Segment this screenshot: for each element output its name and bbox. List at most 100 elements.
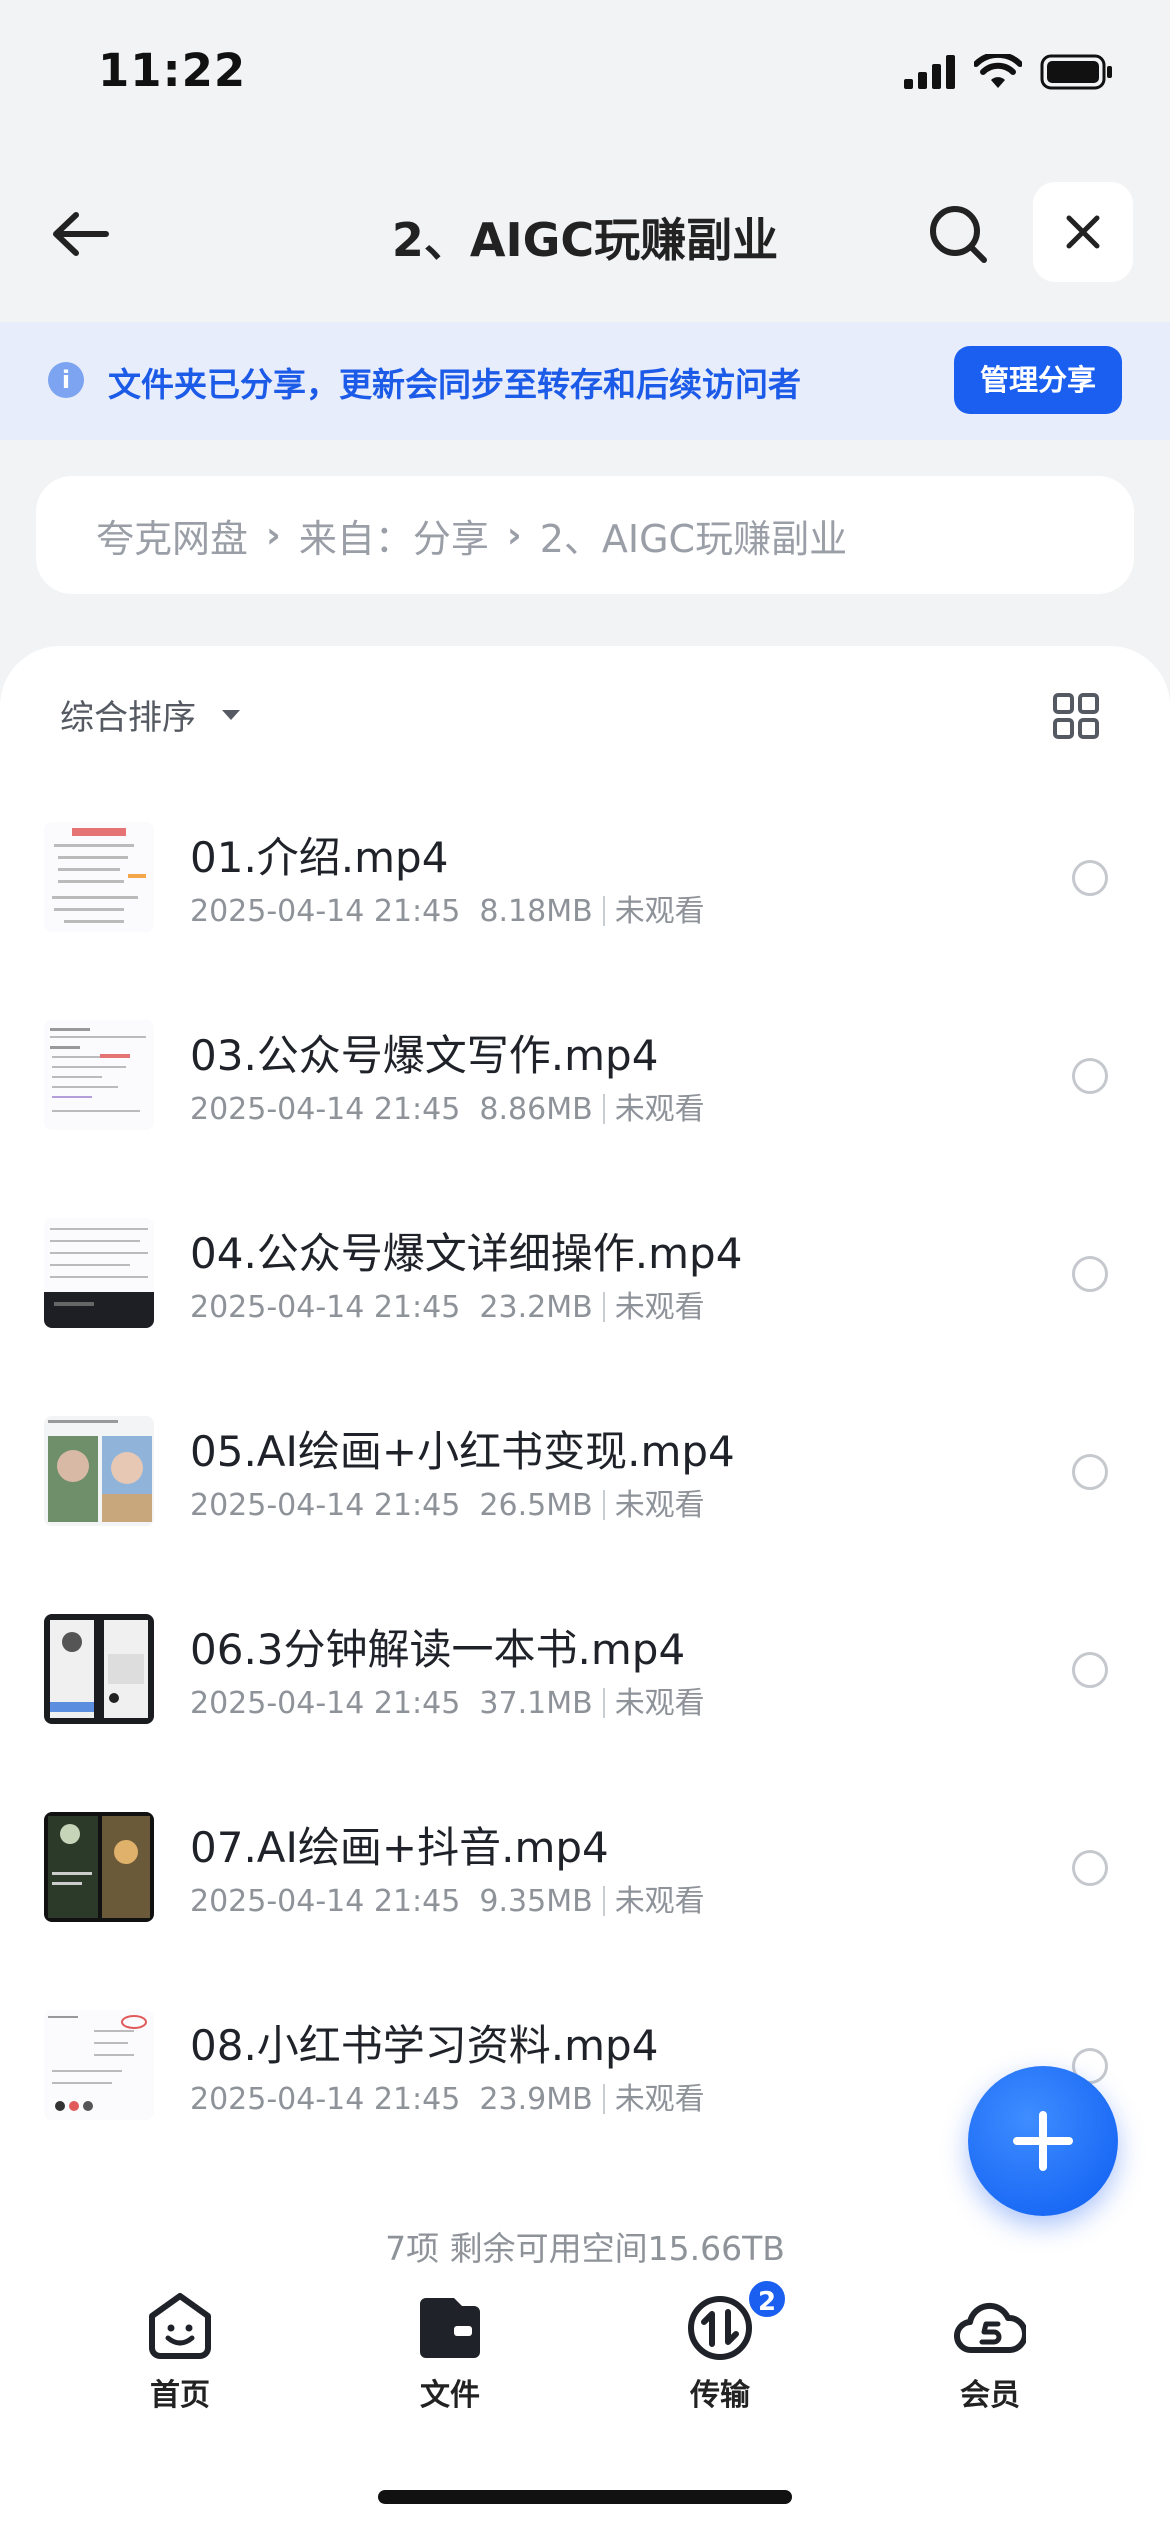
video-thumbnail bbox=[44, 1218, 154, 1328]
file-meta: 2025-04-14 21:45 23.2MB 未观看 bbox=[190, 1282, 705, 1326]
caret-down-icon bbox=[222, 709, 240, 720]
top-bar: 2、AIGC玩赚副业 bbox=[0, 170, 1170, 296]
home-indicator bbox=[378, 2490, 792, 2504]
file-name: 07.AI绘画+抖音.mp4 bbox=[190, 1823, 609, 1872]
file-meta: 2025-04-14 21:45 26.5MB 未观看 bbox=[190, 1480, 705, 1524]
chevron-right-icon: › bbox=[506, 514, 522, 556]
breadcrumb-item-root[interactable]: 夸克网盘 bbox=[96, 508, 248, 563]
back-button[interactable] bbox=[44, 198, 116, 270]
watch-status: 未观看 bbox=[614, 2082, 705, 2117]
video-thumbnail bbox=[44, 2010, 154, 2120]
file-row[interactable]: 01.介绍.mp4 2025-04-14 21:45 8.18MB 未观看 bbox=[0, 816, 1170, 1014]
file-row[interactable]: 04.公众号爆文详细操作.mp4 2025-04-14 21:45 23.2MB… bbox=[0, 1212, 1170, 1410]
share-notice-text: 文件夹已分享，更新会同步至转存和后续访问者 bbox=[108, 365, 801, 404]
file-name: 03.公众号爆文写作.mp4 bbox=[190, 1031, 659, 1080]
file-row[interactable]: 05.AI绘画+小红书变现.mp4 2025-04-14 21:45 26.5M… bbox=[0, 1410, 1170, 1608]
plus-icon bbox=[1013, 2111, 1073, 2171]
watch-status: 未观看 bbox=[614, 1488, 705, 1523]
file-list: 01.介绍.mp4 2025-04-14 21:45 8.18MB 未观看 03… bbox=[0, 816, 1170, 2202]
file-meta: 2025-04-14 21:45 8.18MB 未观看 bbox=[190, 886, 705, 930]
file-size: 37.1MB bbox=[479, 1686, 593, 1721]
search-button[interactable] bbox=[922, 198, 994, 270]
file-date: 2025-04-14 21:45 bbox=[190, 1686, 461, 1721]
select-radio[interactable] bbox=[1072, 1652, 1108, 1688]
tab-home-label: 首页 bbox=[150, 2378, 210, 2413]
tab-home[interactable]: 首页 bbox=[100, 2290, 260, 2420]
file-size: 9.35MB bbox=[479, 1884, 593, 1919]
file-date: 2025-04-14 21:45 bbox=[190, 894, 461, 929]
tab-bar: 首页 文件 2 传输 会员 bbox=[0, 2278, 1170, 2420]
tab-files[interactable]: 文件 bbox=[370, 2290, 530, 2420]
close-button[interactable] bbox=[1033, 182, 1133, 282]
wifi-icon bbox=[974, 54, 1022, 88]
file-name: 01.介绍.mp4 bbox=[190, 833, 449, 882]
chevron-right-icon: › bbox=[266, 514, 281, 556]
file-row[interactable]: 07.AI绘画+抖音.mp4 2025-04-14 21:45 9.35MB 未观… bbox=[0, 1806, 1170, 2004]
add-button[interactable] bbox=[968, 2066, 1118, 2216]
file-size: 8.18MB bbox=[479, 894, 593, 929]
search-icon bbox=[930, 206, 987, 263]
file-date: 2025-04-14 21:45 bbox=[190, 1092, 461, 1127]
sort-label: 综合排序 bbox=[60, 698, 196, 738]
close-icon bbox=[1066, 215, 1100, 249]
watch-status: 未观看 bbox=[614, 1092, 705, 1127]
tab-files-label: 文件 bbox=[420, 2378, 480, 2413]
file-row[interactable]: 03.公众号爆文写作.mp4 2025-04-14 21:45 8.86MB 未观… bbox=[0, 1014, 1170, 1212]
video-thumbnail bbox=[44, 822, 154, 932]
watch-status: 未观看 bbox=[614, 1884, 705, 1919]
file-date: 2025-04-14 21:45 bbox=[190, 2082, 461, 2117]
file-meta: 2025-04-14 21:45 23.9MB 未观看 bbox=[190, 2074, 705, 2118]
video-thumbnail bbox=[44, 1020, 154, 1130]
file-name: 04.公众号爆文详细操作.mp4 bbox=[190, 1229, 743, 1278]
vip-cloud-icon bbox=[954, 2302, 1026, 2354]
select-radio[interactable] bbox=[1072, 1850, 1108, 1886]
breadcrumb-item-shared[interactable]: 来自：分享 bbox=[299, 508, 489, 563]
breadcrumb: 夸克网盘 › 来自：分享 › 2、AIGC玩赚副业 bbox=[36, 476, 1134, 594]
status-icons bbox=[904, 54, 1114, 90]
select-radio[interactable] bbox=[1072, 1058, 1108, 1094]
tab-vip[interactable]: 会员 bbox=[910, 2290, 1070, 2420]
storage-summary: 7项 剩余可用空间15.66TB bbox=[385, 2229, 785, 2268]
page-title: 2、AIGC玩赚副业 bbox=[391, 213, 779, 267]
file-row[interactable]: 06.3分钟解读一本书.mp4 2025-04-14 21:45 37.1MB 未… bbox=[0, 1608, 1170, 1806]
select-radio[interactable] bbox=[1072, 860, 1108, 896]
manage-share-button[interactable]: 管理分享 bbox=[954, 346, 1122, 414]
share-banner: i 文件夹已分享，更新会同步至转存和后续访问者 管理分享 bbox=[0, 322, 1170, 440]
status-time: 11:22 bbox=[98, 44, 247, 97]
tab-vip-label: 会员 bbox=[960, 2378, 1020, 2413]
tab-transfer[interactable]: 2 传输 bbox=[640, 2278, 800, 2420]
file-meta: 2025-04-14 21:45 37.1MB 未观看 bbox=[190, 1678, 705, 1722]
video-thumbnail bbox=[44, 1614, 154, 1724]
file-meta: 2025-04-14 21:45 8.86MB 未观看 bbox=[190, 1084, 705, 1128]
home-face-icon bbox=[149, 2293, 211, 2359]
file-date: 2025-04-14 21:45 bbox=[190, 1884, 461, 1919]
file-date: 2025-04-14 21:45 bbox=[190, 1290, 461, 1325]
battery-icon bbox=[1040, 54, 1112, 90]
sort-dropdown[interactable]: 综合排序 bbox=[60, 690, 242, 739]
status-bar: 11:22 bbox=[0, 0, 1170, 150]
file-name: 08.小红书学习资料.mp4 bbox=[190, 2021, 659, 2070]
file-size: 8.86MB bbox=[479, 1092, 593, 1127]
info-icon: i bbox=[48, 362, 84, 398]
file-name: 05.AI绘画+小红书变现.mp4 bbox=[190, 1427, 735, 1476]
file-date: 2025-04-14 21:45 bbox=[190, 1488, 461, 1523]
arrow-left-icon bbox=[53, 212, 109, 256]
folder-icon bbox=[420, 2298, 480, 2358]
select-radio[interactable] bbox=[1072, 1454, 1108, 1490]
signal-icon bbox=[904, 55, 955, 89]
file-name: 06.3分钟解读一本书.mp4 bbox=[190, 1625, 686, 1674]
file-size: 23.2MB bbox=[479, 1290, 593, 1325]
video-thumbnail bbox=[44, 1812, 154, 1922]
tab-transfer-label: 传输 bbox=[690, 2378, 750, 2413]
watch-status: 未观看 bbox=[614, 1686, 705, 1721]
breadcrumb-item-current: 2、AIGC玩赚副业 bbox=[539, 516, 848, 561]
file-meta: 2025-04-14 21:45 9.35MB 未观看 bbox=[190, 1876, 705, 1920]
watch-status: 未观看 bbox=[614, 1290, 705, 1325]
file-size: 23.9MB bbox=[479, 2082, 593, 2117]
watch-status: 未观看 bbox=[614, 894, 705, 929]
select-radio[interactable] bbox=[1072, 1256, 1108, 1292]
file-size: 26.5MB bbox=[479, 1488, 593, 1523]
transfer-badge: 2 bbox=[746, 2278, 788, 2320]
video-thumbnail bbox=[44, 1416, 154, 1526]
grid-view-icon[interactable] bbox=[1052, 692, 1100, 740]
